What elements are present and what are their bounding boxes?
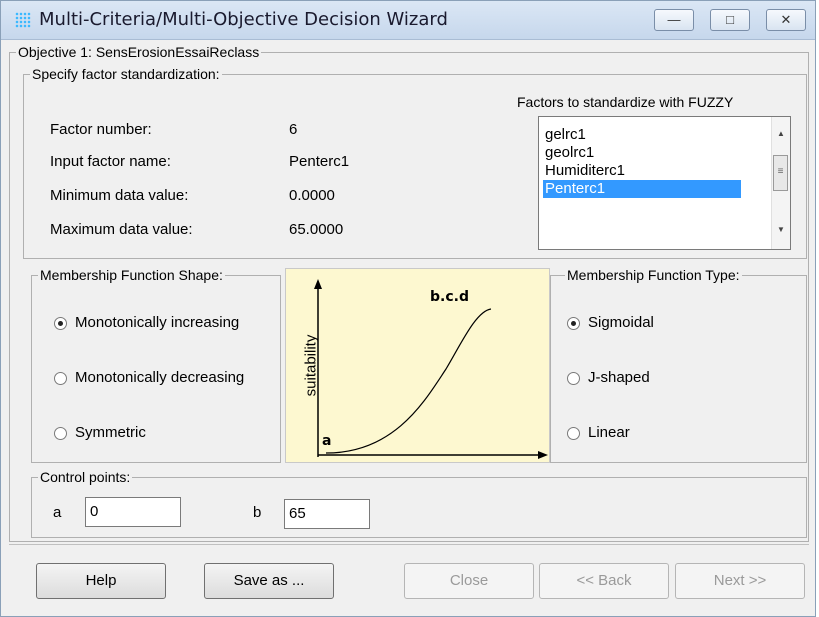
- x-axis-arrow-icon: [538, 451, 548, 459]
- radio-monotonically-increasing[interactable]: [54, 317, 67, 330]
- maximum-data-value: 65.0000: [289, 221, 344, 238]
- point-bcd-label: b.c.d: [430, 289, 469, 305]
- monotonically-decreasing-label[interactable]: Monotonically decreasing: [75, 369, 244, 386]
- maximize-button[interactable]: □: [710, 9, 750, 31]
- sigmoidal-label[interactable]: Sigmoidal: [588, 314, 654, 331]
- radio-monotonically-decreasing[interactable]: [54, 372, 67, 385]
- control-point-a-input[interactable]: 0: [85, 497, 181, 527]
- footer-divider: [9, 544, 809, 545]
- radio-checked-icon: [58, 321, 63, 326]
- radio-symmetric[interactable]: [54, 427, 67, 440]
- control-point-b-input[interactable]: 65: [284, 499, 370, 529]
- input-factor-name-label: Input factor name:: [50, 153, 171, 170]
- factor-number-value: 6: [289, 121, 298, 138]
- maximum-data-label: Maximum data value:: [50, 221, 193, 238]
- radio-linear[interactable]: [567, 427, 580, 440]
- scroll-down-icon[interactable]: ▼: [772, 225, 790, 234]
- linear-label[interactable]: Linear: [588, 424, 630, 441]
- minimum-data-value: 0.0000: [289, 187, 335, 204]
- list-item[interactable]: gelrc1: [543, 126, 741, 144]
- radio-j-shaped[interactable]: [567, 372, 580, 385]
- minimize-button[interactable]: —: [654, 9, 694, 31]
- type-legend: Membership Function Type:: [567, 267, 740, 283]
- j-shaped-label[interactable]: J-shaped: [588, 369, 650, 386]
- radio-checked-icon: [571, 321, 576, 326]
- input-factor-name-value: Penterc1: [289, 153, 350, 170]
- next-button[interactable]: Next >>: [675, 563, 805, 599]
- standardization-legend: Specify factor standardization:: [32, 66, 220, 82]
- help-button[interactable]: Help: [36, 563, 166, 599]
- factor-number-label: Factor number:: [50, 121, 152, 138]
- scroll-thumb[interactable]: ≡: [773, 155, 788, 191]
- scroll-up-icon[interactable]: ▲: [772, 129, 790, 138]
- list-item-selected[interactable]: Penterc1: [543, 180, 741, 198]
- radio-sigmoidal[interactable]: [567, 317, 580, 330]
- y-axis-arrow-icon: [314, 279, 322, 289]
- objective-legend: Objective 1: SensErosionEssaiReclass: [18, 44, 260, 60]
- suitability-axis-label: suitability: [302, 334, 320, 397]
- list-scrollbar[interactable]: ▲ ≡ ▼: [771, 117, 790, 249]
- shape-group: Membership Function Shape:: [31, 268, 281, 463]
- factors-listbox[interactable]: gelrc1 geolrc1 Humiditerc1 Penterc1 ▲ ≡ …: [538, 116, 791, 250]
- shape-legend: Membership Function Shape:: [40, 267, 223, 283]
- app-grid-icon: [15, 12, 31, 28]
- wizard-window: Multi-Criteria/Multi-Objective Decision …: [0, 0, 816, 617]
- sigmoid-curve: [325, 308, 492, 454]
- control-point-a-label: a: [53, 504, 62, 521]
- control-points-legend: Control points:: [40, 469, 131, 485]
- close-button[interactable]: Close: [404, 563, 534, 599]
- control-point-b-label: b: [253, 504, 262, 521]
- title-bar[interactable]: Multi-Criteria/Multi-Objective Decision …: [1, 1, 815, 40]
- close-icon: ✕: [780, 12, 792, 27]
- membership-function-plot: suitability a b.c.d: [285, 268, 550, 463]
- list-item[interactable]: geolrc1: [543, 144, 741, 162]
- back-button[interactable]: << Back: [539, 563, 669, 599]
- minimize-icon: —: [667, 12, 681, 27]
- point-a-label: a: [322, 433, 332, 449]
- close-window-button[interactable]: ✕: [766, 9, 806, 31]
- symmetric-label[interactable]: Symmetric: [75, 424, 146, 441]
- monotonically-increasing-label[interactable]: Monotonically increasing: [75, 314, 239, 331]
- minimum-data-label: Minimum data value:: [50, 187, 189, 204]
- list-item[interactable]: Humiditerc1: [543, 162, 741, 180]
- save-as-button[interactable]: Save as ...: [204, 563, 334, 599]
- factors-list-title: Factors to standardize with FUZZY: [517, 94, 734, 110]
- window-title: Multi-Criteria/Multi-Objective Decision …: [39, 9, 448, 30]
- maximize-icon: □: [726, 12, 734, 27]
